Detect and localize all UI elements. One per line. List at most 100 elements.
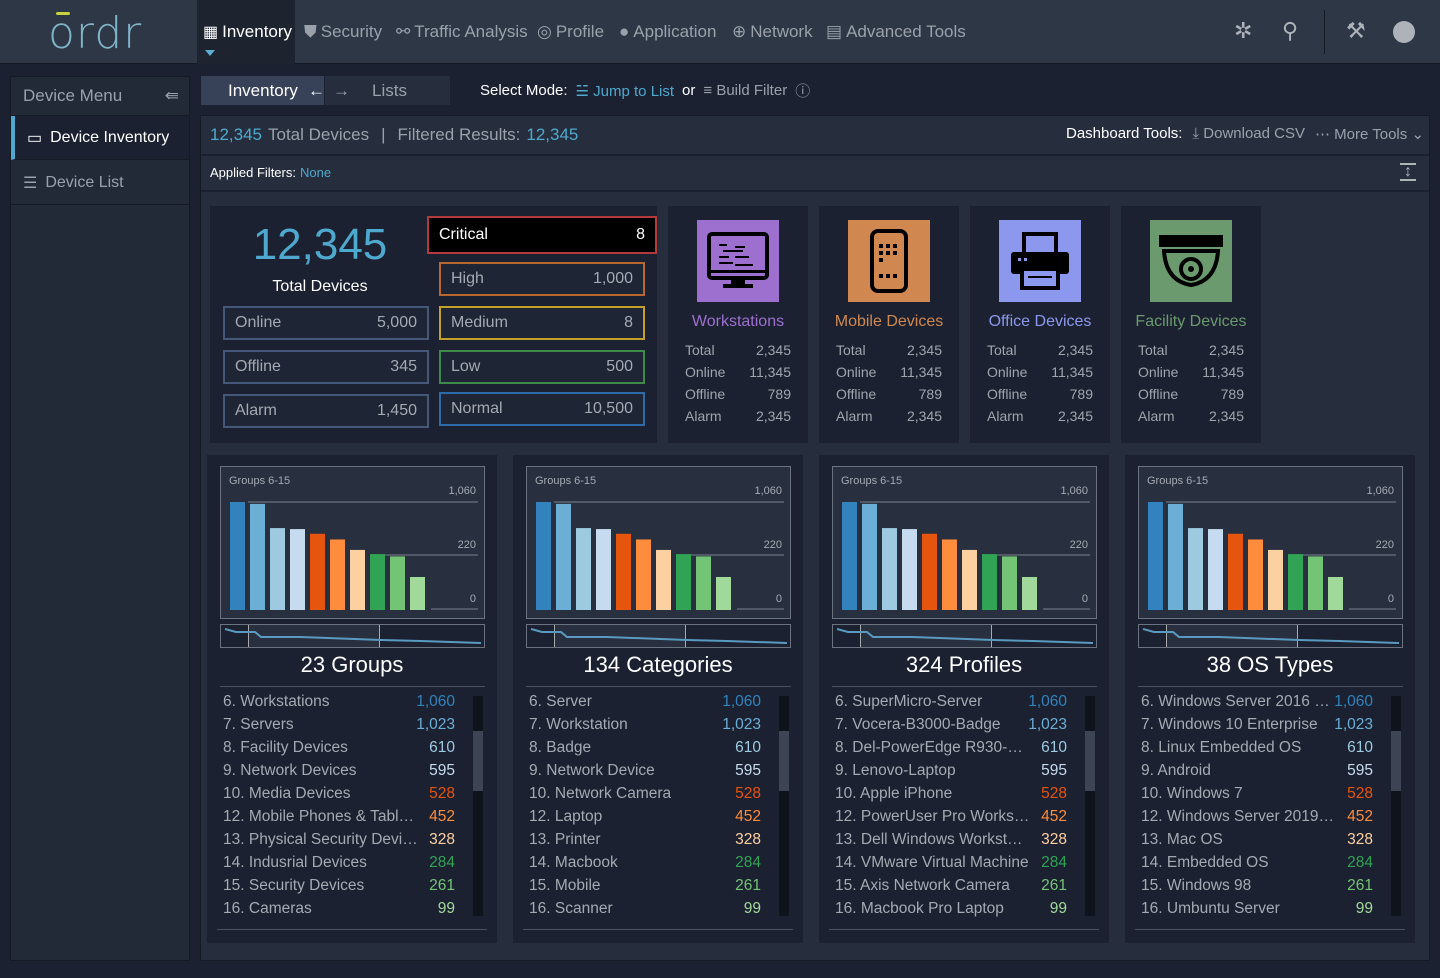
list-item[interactable]: 6. SuperMicro-Server 1,060: [835, 693, 1067, 716]
bar[interactable]: [270, 528, 285, 610]
severity-critical[interactable]: Critical 8: [427, 216, 657, 254]
list-item[interactable]: 13. Mac OS 328: [1141, 831, 1373, 854]
tab-lists[interactable]: → Lists: [325, 76, 450, 105]
bar[interactable]: [536, 502, 551, 610]
bar[interactable]: [1002, 556, 1017, 610]
location-pin-icon[interactable]: ⚲: [1282, 18, 1298, 44]
bar[interactable]: [330, 539, 345, 610]
device-type-card-mobile-devices[interactable]: Mobile Devices Total 2,345 Online 11,345 Offl…: [819, 206, 959, 443]
sidebar-item-device-list[interactable]: ☰ Device List: [11, 161, 189, 205]
bar[interactable]: [656, 549, 671, 610]
list-item[interactable]: 13. Dell Windows Workstation 328: [835, 831, 1067, 854]
list-item[interactable]: 10. Windows 7 528: [1141, 785, 1373, 808]
bar[interactable]: [410, 576, 425, 610]
scrollbar-thumb[interactable]: [779, 731, 789, 791]
list-item[interactable]: 9. Network Device 595: [529, 762, 761, 785]
bar[interactable]: [716, 576, 731, 610]
list-item[interactable]: 15. Mobile 261: [529, 877, 761, 900]
list-item[interactable]: 10. Apple iPhone 528: [835, 785, 1067, 808]
list-item[interactable]: 10. Network Camera 528: [529, 785, 761, 808]
nav-security[interactable]: ⛊ Security: [304, 0, 382, 64]
list-item[interactable]: 6. Server 1,060: [529, 693, 761, 716]
logo[interactable]: ordr: [48, 8, 142, 59]
bar[interactable]: [350, 549, 365, 610]
bar[interactable]: [556, 503, 571, 610]
list-item[interactable]: 16. Scanner 99: [529, 900, 761, 923]
nav-profile[interactable]: ◎ Profile: [537, 0, 604, 64]
list-item[interactable]: 7. Windows 10 Enterprise 1,023: [1141, 716, 1373, 739]
list-item[interactable]: 14. Macbook 284: [529, 854, 761, 877]
collapse-menu-icon[interactable]: ⇚: [165, 86, 179, 106]
download-csv-button[interactable]: ⤓ Download CSV: [1192, 125, 1305, 143]
bar[interactable]: [230, 502, 245, 610]
list-item[interactable]: 12. Laptop 452: [529, 808, 761, 831]
nav-advanced-tools[interactable]: ▤ Advanced Tools: [826, 0, 966, 64]
sidebar-item-device-inventory[interactable]: ▭ Device Inventory: [11, 116, 189, 160]
chart-range-navigator[interactable]: [1138, 624, 1403, 648]
bar[interactable]: [962, 549, 977, 610]
scrollbar[interactable]: [779, 696, 789, 916]
list-item[interactable]: 14. Embedded OS 284: [1141, 854, 1373, 877]
bar[interactable]: [942, 539, 957, 610]
scrollbar-thumb[interactable]: [473, 731, 483, 791]
bar[interactable]: [922, 533, 937, 610]
nav-traffic-analysis[interactable]: ⚯ Traffic Analysis: [396, 0, 528, 64]
list-item[interactable]: 16. Macbook Pro Laptop 99: [835, 900, 1067, 923]
status-offline[interactable]: Offline 345: [223, 350, 429, 384]
nav-application[interactable]: ● Application: [619, 0, 716, 64]
list-item[interactable]: 6. Windows Server 2016 Enterprise1,060: [1141, 693, 1373, 716]
bar[interactable]: [290, 529, 305, 610]
list-item[interactable]: 6. Workstations 1,060: [223, 693, 455, 716]
bar[interactable]: [1328, 576, 1343, 610]
list-item[interactable]: 15. Security Devices 261: [223, 877, 455, 900]
status-alarm[interactable]: Alarm 1,450: [223, 394, 429, 428]
tab-inventory[interactable]: Inventory ←: [201, 76, 325, 105]
filters-value[interactable]: None: [300, 165, 331, 180]
bar[interactable]: [596, 529, 611, 610]
list-item[interactable]: 9. Network Devices 595: [223, 762, 455, 785]
severity-high[interactable]: High 1,000: [439, 262, 645, 296]
bar[interactable]: [982, 554, 997, 610]
list-item[interactable]: 8. Badge 610: [529, 739, 761, 762]
severity-low[interactable]: Low 500: [439, 350, 645, 384]
list-item[interactable]: 15. Axis Network Camera 261: [835, 877, 1067, 900]
bar[interactable]: [696, 556, 711, 610]
list-item[interactable]: 14. VMware Virtual Machine 284: [835, 854, 1067, 877]
user-avatar-icon[interactable]: [1393, 21, 1415, 43]
bar[interactable]: [862, 503, 877, 610]
bar[interactable]: [1248, 539, 1263, 610]
device-type-card-facility-devices[interactable]: Facility Devices Total 2,345 Online 11,345 Of…: [1121, 206, 1261, 443]
list-item[interactable]: 8. Linux Embedded OS 610: [1141, 739, 1373, 762]
bar[interactable]: [370, 554, 385, 610]
bar[interactable]: [902, 529, 917, 610]
list-item[interactable]: 8. Facility Devices 610: [223, 739, 455, 762]
scrollbar-thumb[interactable]: [1085, 731, 1095, 791]
bar[interactable]: [1148, 502, 1163, 610]
nav-network[interactable]: ⊕ Network: [732, 0, 813, 64]
severity-medium[interactable]: Medium 8: [439, 306, 645, 340]
bar[interactable]: [1228, 533, 1243, 610]
bar[interactable]: [576, 528, 591, 610]
info-icon[interactable]: ⓘ: [795, 80, 810, 101]
list-item[interactable]: 10. Media Devices 528: [223, 785, 455, 808]
chart-range-navigator[interactable]: [526, 624, 791, 648]
nav-inventory[interactable]: ▦ Inventory: [197, 0, 295, 64]
list-item[interactable]: 8. Del-PowerEdge R930-Server 610: [835, 739, 1067, 762]
list-item[interactable]: 12. Windows Server 2019 Enterprise 452: [1141, 808, 1373, 831]
severity-normal[interactable]: Normal 10,500: [439, 392, 645, 426]
scrollbar[interactable]: [1085, 696, 1095, 916]
list-item[interactable]: 16. Umbuntu Server 99: [1141, 900, 1373, 923]
build-filter-button[interactable]: ≡ Build Filter: [703, 82, 787, 99]
list-item[interactable]: 13. Printer 328: [529, 831, 761, 854]
bar[interactable]: [842, 502, 857, 610]
status-online[interactable]: Online 5,000: [223, 306, 429, 340]
list-item[interactable]: 16. Cameras 99: [223, 900, 455, 923]
list-item[interactable]: 7. Vocera-B3000-Badge 1,023: [835, 716, 1067, 739]
bar[interactable]: [1168, 503, 1183, 610]
bar[interactable]: [1288, 554, 1303, 610]
scrollbar-thumb[interactable]: [1391, 731, 1401, 791]
chart-range-navigator[interactable]: [832, 624, 1097, 648]
bar[interactable]: [1188, 528, 1203, 610]
expand-vertical-icon[interactable]: ↕: [1400, 163, 1416, 181]
bar[interactable]: [1268, 549, 1283, 610]
